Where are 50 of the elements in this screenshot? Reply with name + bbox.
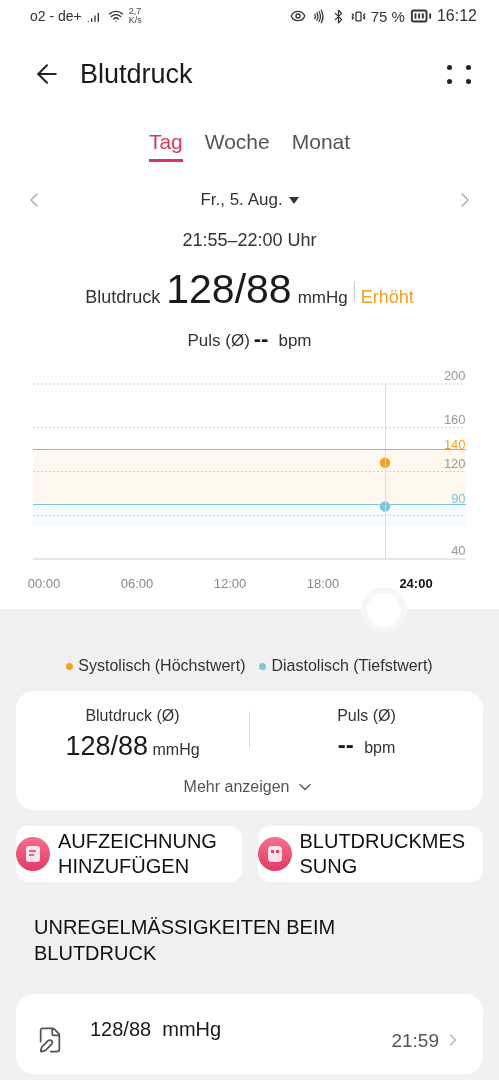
section-title: UNREGELMÄSSIGKEITEN BEIM BLUTDRUCK xyxy=(34,915,337,966)
x-axis-label: 24:00 xyxy=(399,576,433,591)
record-time: 21:59 xyxy=(391,1030,439,1052)
average-bp-value: 128/88 xyxy=(65,731,148,761)
battery-percent: 75 % xyxy=(370,7,405,25)
period-tab[interactable]: Tag xyxy=(148,124,183,162)
date-picker[interactable]: Fr., 5. Aug. xyxy=(194,189,305,211)
action-button[interactable]: AUFZEICHNUNG HINZUFÜGEN xyxy=(16,826,242,882)
y-axis-label: 120 xyxy=(443,455,466,471)
reading-unit: mmHg xyxy=(297,288,348,308)
record-value: 128/88 mmHg xyxy=(90,1018,223,1041)
clock: 16:12 xyxy=(436,7,477,25)
pulse-value: -- xyxy=(253,326,269,352)
x-axis-label: 18:00 xyxy=(306,576,340,591)
legend-label: Systolisch (Höchstwert) xyxy=(78,657,246,675)
x-axis-label: 06:00 xyxy=(120,576,154,591)
monitor-icon xyxy=(257,837,292,871)
more-button[interactable] xyxy=(447,64,471,84)
period-tab[interactable]: Monat xyxy=(291,124,351,162)
y-axis-label: 160 xyxy=(443,411,466,427)
threshold-label: 140 xyxy=(443,436,466,452)
period-tab[interactable]: Woche xyxy=(204,124,270,162)
eye-icon xyxy=(289,8,306,24)
page-title: Blutdruck xyxy=(80,58,194,90)
threshold-label: 90 xyxy=(451,491,466,507)
reading-value: 128/88 xyxy=(166,266,292,313)
average-pulse-value: -- xyxy=(337,731,354,758)
pulse-label: Puls (Ø) xyxy=(187,331,250,351)
note-icon xyxy=(16,837,50,871)
status-label: Erhöht xyxy=(360,287,414,308)
record-item[interactable]: 128/88 mmHg 21:59 xyxy=(16,994,483,1074)
carrier-name: o2 - de+ xyxy=(30,8,82,24)
average-pulse-label: Puls (Ø) xyxy=(337,707,396,725)
x-axis-label: 00:00 xyxy=(27,576,61,591)
time-range: 21:55–22:00 Uhr xyxy=(182,230,317,251)
y-axis-label: 200 xyxy=(443,368,466,383)
average-bp-label: Blutdruck (Ø) xyxy=(85,707,180,725)
reading-label: Blutdruck xyxy=(85,287,161,308)
x-axis-label: 12:00 xyxy=(213,576,247,591)
average-pulse-unit: bpm xyxy=(364,739,396,756)
speed-unit: K/s xyxy=(128,16,142,25)
pulse-unit: bpm xyxy=(278,331,312,351)
show-more-button[interactable]: Mehr anzeigen xyxy=(177,776,322,798)
action-button[interactable]: BLUTDRUCKMES SUNG xyxy=(257,826,483,882)
legend-label: Diastolisch (Tiefstwert) xyxy=(271,657,433,675)
vibrate-icon xyxy=(350,8,366,24)
average-bp-unit: mmHg xyxy=(152,741,200,758)
network-speed: 2,7 xyxy=(128,7,142,16)
wifi-icon xyxy=(107,8,124,24)
y-axis-label: 40 xyxy=(451,543,466,558)
